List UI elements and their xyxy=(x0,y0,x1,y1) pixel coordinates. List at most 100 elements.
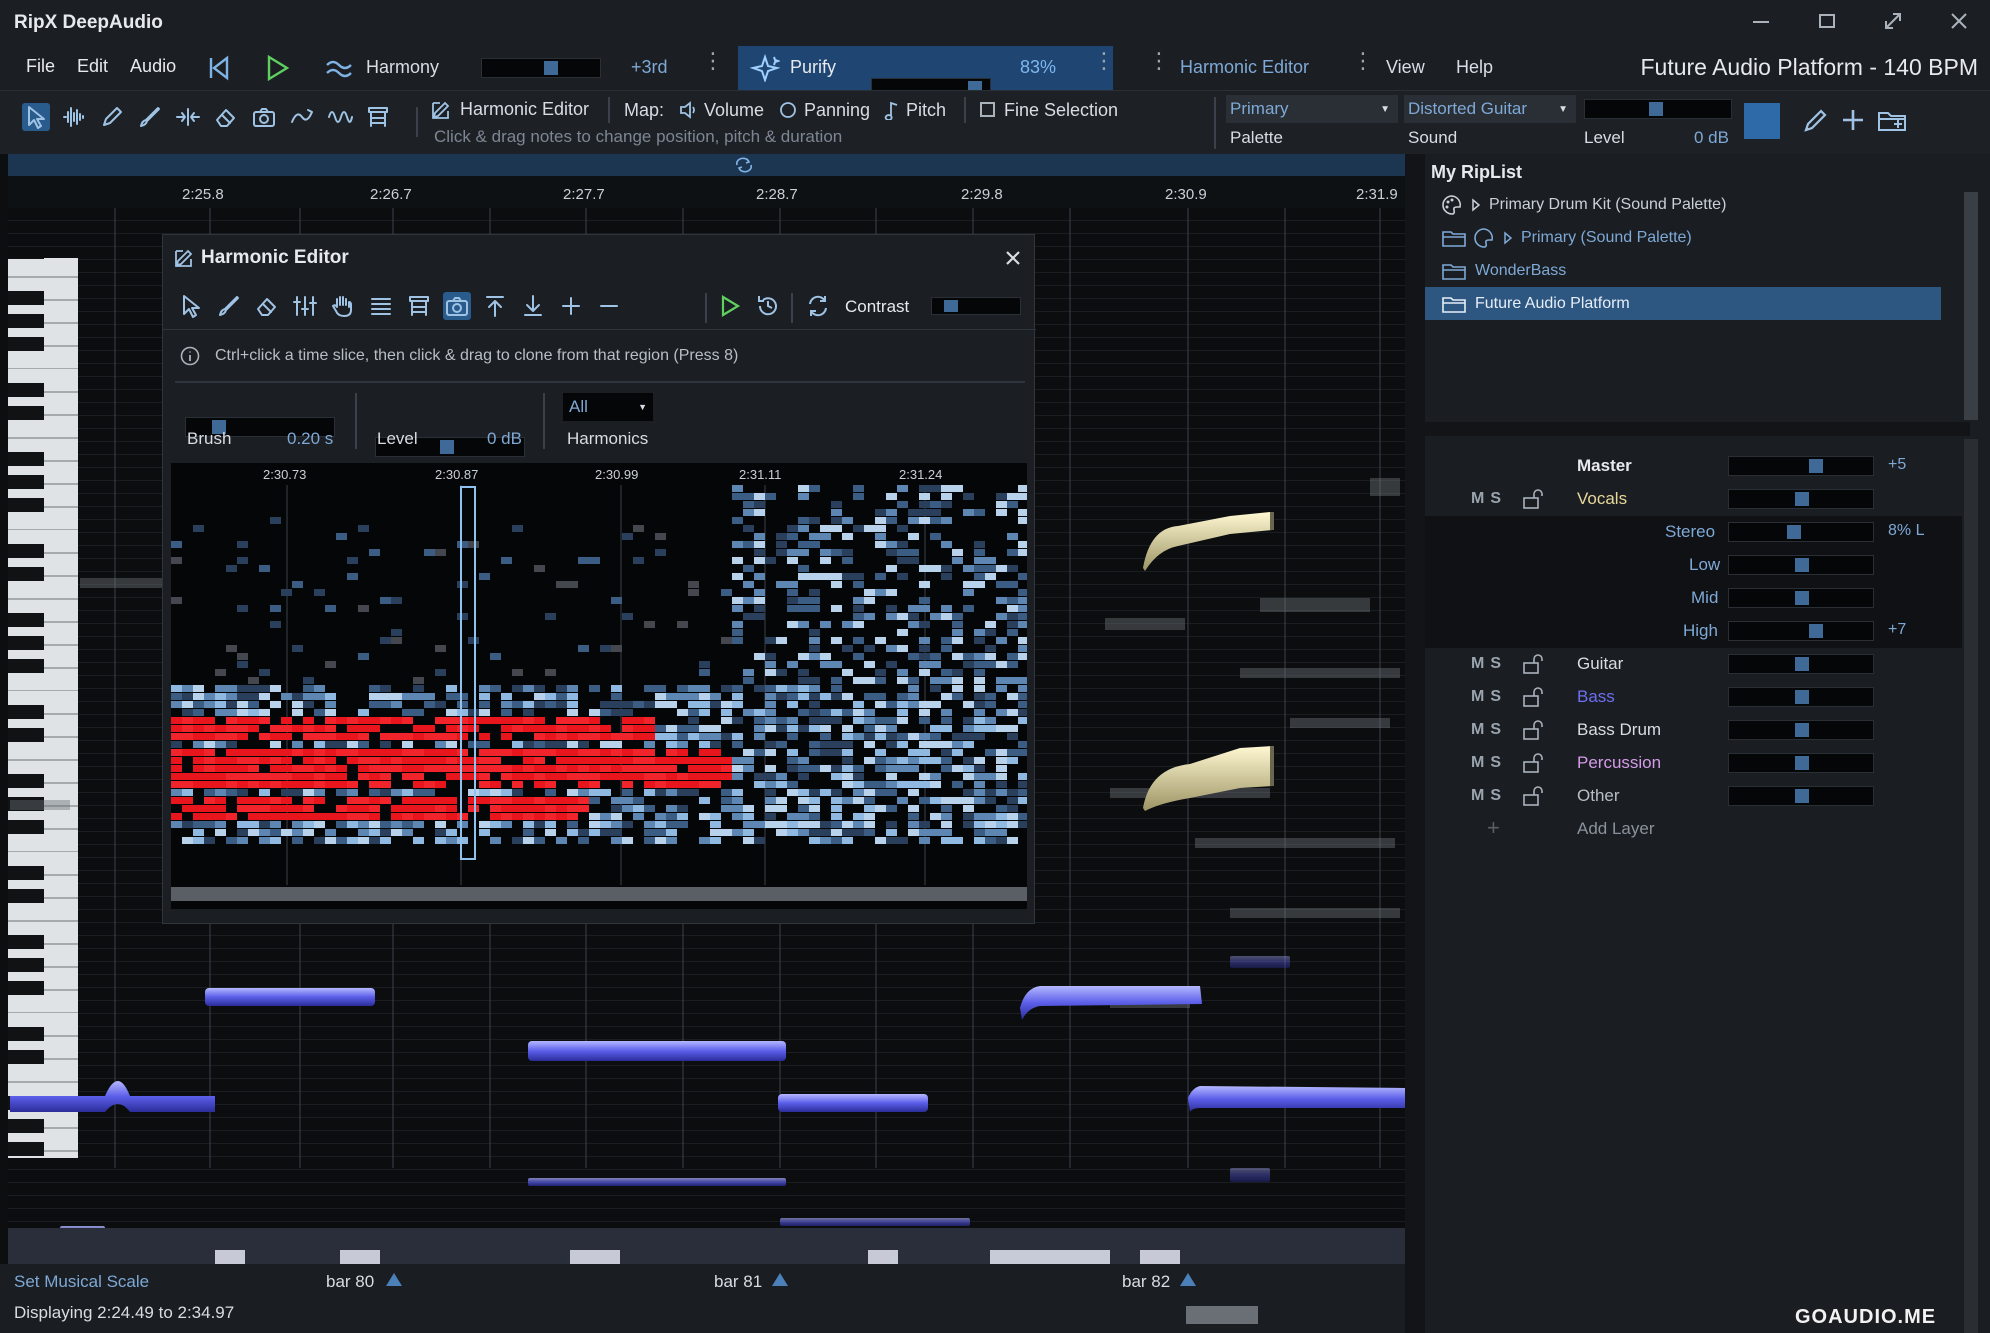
camera-tool-icon[interactable] xyxy=(250,103,278,131)
maximize-icon[interactable] xyxy=(1816,10,1838,32)
purify-more-icon[interactable]: ⋮ xyxy=(1093,50,1115,72)
sound-dropdown[interactable]: Distorted Guitar ▼ xyxy=(1404,95,1576,123)
layer-slider[interactable] xyxy=(1728,654,1874,674)
harmonics-tool-icon[interactable] xyxy=(364,103,392,131)
mid-slider[interactable] xyxy=(1728,588,1874,608)
horizontal-scrollbar[interactable] xyxy=(1186,1306,1258,1324)
mute-solo[interactable]: MS xyxy=(1471,721,1507,739)
vocals-slider[interactable] xyxy=(1728,489,1874,509)
harmony-more-icon[interactable]: ⋮ xyxy=(702,50,724,72)
map-volume[interactable]: Volume xyxy=(704,100,764,121)
he-eraser-icon[interactable] xyxy=(253,292,281,320)
master-slider[interactable] xyxy=(1728,456,1874,476)
layer-name[interactable]: Bass xyxy=(1577,687,1615,707)
harmonics-dropdown[interactable]: All ▼ xyxy=(563,393,653,421)
he-select-icon[interactable] xyxy=(177,292,205,320)
edit-icon[interactable] xyxy=(1800,105,1830,135)
vibrato-tool-icon[interactable] xyxy=(326,103,354,131)
layer-name[interactable]: Other xyxy=(1577,786,1620,806)
lock-icon[interactable] xyxy=(1521,784,1547,808)
purify-label[interactable]: Purify xyxy=(790,57,836,78)
riplist-scrollbar[interactable] xyxy=(1964,192,1978,420)
riplist-item[interactable]: Primary (Sound Palette) xyxy=(1425,221,1945,254)
harmony-slider[interactable] xyxy=(481,58,601,78)
pencil-tool-icon[interactable] xyxy=(98,103,126,131)
mixer-scrollbar[interactable] xyxy=(1964,439,1978,1333)
layer-name[interactable]: Guitar xyxy=(1577,654,1623,674)
layer-slider[interactable] xyxy=(1728,720,1874,740)
expand-arrow-icon[interactable] xyxy=(1503,230,1513,245)
layer-vocals[interactable]: Vocals xyxy=(1577,489,1627,509)
high-slider[interactable] xyxy=(1728,621,1874,641)
map-pitch[interactable]: Pitch xyxy=(906,100,946,121)
menu-more-icon[interactable]: ⋮ xyxy=(1148,50,1170,72)
set-musical-scale-link[interactable]: Set Musical Scale xyxy=(14,1272,149,1292)
menu-file[interactable]: File xyxy=(26,56,55,77)
he-harmonics-icon[interactable] xyxy=(405,292,433,320)
layer-slider[interactable] xyxy=(1728,687,1874,707)
palette-dropdown[interactable]: Primary ▼ xyxy=(1226,95,1398,123)
waveform-tool-icon[interactable] xyxy=(60,103,88,131)
close-icon[interactable] xyxy=(1948,10,1970,32)
toolbar-harmonic-editor[interactable]: Harmonic Editor xyxy=(460,99,589,120)
harmonic-editor-window[interactable]: Harmonic Editor Contrast Ctrl+click a ti… xyxy=(162,234,1036,924)
mute-solo[interactable]: MS xyxy=(1471,787,1507,805)
he-remove-icon[interactable] xyxy=(595,292,623,320)
he-hand-icon[interactable] xyxy=(329,292,357,320)
riplist-item[interactable]: WonderBass xyxy=(1425,254,1945,287)
he-move-down-icon[interactable] xyxy=(519,292,547,320)
pitch-curve-tool-icon[interactable] xyxy=(288,103,316,131)
add-icon[interactable] xyxy=(1838,105,1868,135)
menu-view[interactable]: View xyxy=(1386,57,1425,78)
loop-bar[interactable] xyxy=(8,154,1405,176)
bar-marker-icon[interactable] xyxy=(384,1270,404,1288)
bar-marker-icon[interactable] xyxy=(770,1270,790,1288)
low-slider[interactable] xyxy=(1728,555,1874,575)
he-refresh-icon[interactable] xyxy=(805,292,831,320)
harmonic-spectrogram[interactable]: 2:30.73 2:30.87 2:30.99 2:31.11 2:31.24 xyxy=(171,463,1027,909)
loop-icon[interactable] xyxy=(733,156,755,174)
erase-tool-icon[interactable] xyxy=(212,103,240,131)
play-icon[interactable] xyxy=(264,54,290,82)
skip-to-start-icon[interactable] xyxy=(206,54,232,82)
add-layer-label[interactable]: Add Layer xyxy=(1577,819,1655,839)
he-list-icon[interactable] xyxy=(367,292,395,320)
he-contrast-slider[interactable] xyxy=(931,297,1021,315)
bar-marker-icon[interactable] xyxy=(1178,1270,1198,1288)
lock-icon[interactable] xyxy=(1521,487,1547,511)
he-brush-icon[interactable] xyxy=(215,292,243,320)
menu-harmonic-editor[interactable]: Harmonic Editor xyxy=(1180,57,1309,78)
layer-name[interactable]: Percussion xyxy=(1577,753,1661,773)
mute-solo[interactable]: MS xyxy=(1471,754,1507,772)
harmony-label[interactable]: Harmony xyxy=(366,57,439,78)
menu-audio[interactable]: Audio xyxy=(130,56,176,77)
riplist-item[interactable]: Primary Drum Kit (Sound Palette) xyxy=(1425,188,1945,221)
layer-name[interactable]: Bass Drum xyxy=(1577,720,1661,740)
note-editor[interactable]: 2:25.8 2:26.7 2:27.7 2:28.7 2:29.8 2:30.… xyxy=(0,154,1405,1264)
level-slider[interactable] xyxy=(1584,99,1732,119)
close-window-icon[interactable] xyxy=(1004,249,1022,267)
he-sliders-icon[interactable] xyxy=(291,292,319,320)
lock-icon[interactable] xyxy=(1521,751,1547,775)
minimize-icon[interactable] xyxy=(1750,10,1772,32)
layer-slider[interactable] xyxy=(1728,753,1874,773)
folder-add-icon[interactable] xyxy=(1876,105,1908,135)
he-camera-icon[interactable] xyxy=(443,292,471,320)
riplist-item-selected[interactable]: Future Audio Platform xyxy=(1425,287,1941,320)
menu-more-icon-2[interactable]: ⋮ xyxy=(1352,50,1374,72)
brush-tool-icon[interactable] xyxy=(136,103,164,131)
map-panning[interactable]: Panning xyxy=(804,100,870,121)
mute-solo[interactable]: MS xyxy=(1471,490,1507,508)
he-play-icon[interactable] xyxy=(717,292,743,320)
he-add-icon[interactable] xyxy=(557,292,585,320)
he-move-up-icon[interactable] xyxy=(481,292,509,320)
fullscreen-icon[interactable] xyxy=(1882,10,1904,32)
he-history-icon[interactable] xyxy=(755,292,781,320)
mute-solo[interactable]: MS xyxy=(1471,655,1507,673)
menu-help[interactable]: Help xyxy=(1456,57,1493,78)
expand-arrow-icon[interactable] xyxy=(1471,197,1481,212)
lock-icon[interactable] xyxy=(1521,652,1547,676)
layer-slider[interactable] xyxy=(1728,786,1874,806)
mute-solo[interactable]: MS xyxy=(1471,688,1507,706)
fine-selection-checkbox[interactable] xyxy=(980,102,995,117)
